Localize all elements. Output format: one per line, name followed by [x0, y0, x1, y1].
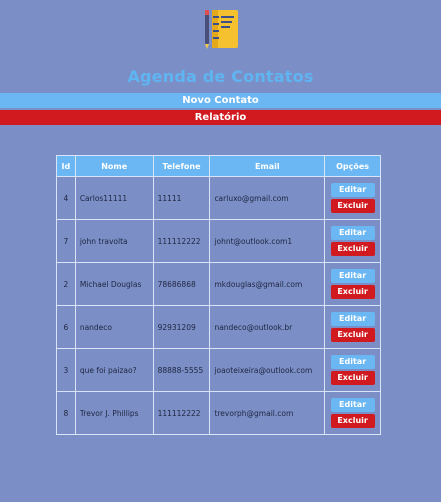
row-options: Editar Excluir [324, 176, 381, 220]
contact-name: nandeco [74, 305, 154, 349]
contact-phone: 78686868 [152, 262, 211, 306]
edit-button[interactable]: Editar [330, 312, 375, 326]
delete-button[interactable]: Excluir [330, 242, 375, 256]
table-row: 4 Carlos11111 11111 carluxo@gmail.com Ed… [56, 176, 381, 220]
contact-name: Carlos11111 [74, 176, 154, 220]
contact-id: 2 [56, 262, 76, 306]
table-row: 3 que foi paizao? 88888-5555 joaoteixeir… [56, 348, 381, 392]
contact-name: que foi paizao? [74, 348, 154, 392]
edit-button[interactable]: Editar [330, 183, 375, 197]
edit-button[interactable]: Editar [330, 355, 375, 369]
table-row: 2 Michael Douglas 78686868 mkdouglas@gma… [56, 262, 381, 306]
contact-email: carluxo@gmail.com [209, 176, 326, 220]
contact-phone: 92931209 [152, 305, 211, 349]
column-header-email: Email [209, 155, 326, 177]
delete-button[interactable]: Excluir [330, 371, 375, 385]
contact-email: mkdouglas@gmail.com [209, 262, 326, 306]
table-row: 7 john travolta 111112222 johnt@outlook.… [56, 219, 381, 263]
contact-phone: 111112222 [152, 219, 211, 263]
row-options: Editar Excluir [324, 305, 381, 349]
notebook-pencil-icon [205, 10, 238, 49]
contact-email: johnt@outlook.com1 [209, 219, 326, 263]
row-options: Editar Excluir [324, 262, 381, 306]
edit-button[interactable]: Editar [330, 269, 375, 283]
table-row: 8 Trevor J. Phillips 111112222 trevorph@… [56, 391, 381, 435]
contact-name: Michael Douglas [74, 262, 154, 306]
edit-button[interactable]: Editar [330, 398, 375, 412]
column-header-options: Opções [324, 155, 381, 177]
contact-id: 4 [56, 176, 76, 220]
column-header-phone: Telefone [152, 155, 211, 177]
row-options: Editar Excluir [324, 219, 381, 263]
delete-button[interactable]: Excluir [330, 285, 375, 299]
contact-name: Trevor J. Phillips [74, 391, 154, 435]
table-header-row: Id Nome Telefone Email Opções [56, 155, 381, 177]
contact-id: 6 [56, 305, 76, 349]
new-contact-button[interactable]: Novo Contato [0, 93, 441, 108]
report-button[interactable]: Relatório [0, 110, 441, 125]
contact-email: nandeco@outlook.br [209, 305, 326, 349]
table-row: 6 nandeco 92931209 nandeco@outlook.br Ed… [56, 305, 381, 349]
row-options: Editar Excluir [324, 391, 381, 435]
page-title: Agenda de Contatos [127, 67, 314, 86]
contact-id: 8 [56, 391, 76, 435]
edit-button[interactable]: Editar [330, 226, 375, 240]
contact-id: 7 [56, 219, 76, 263]
contact-id: 3 [56, 348, 76, 392]
contact-phone: 11111 [152, 176, 211, 220]
delete-button[interactable]: Excluir [330, 199, 375, 213]
contact-email: joaoteixeira@outlook.com [209, 348, 326, 392]
contact-phone: 111112222 [152, 391, 211, 435]
contact-phone: 88888-5555 [152, 348, 211, 392]
column-header-id: Id [56, 155, 76, 177]
delete-button[interactable]: Excluir [330, 328, 375, 342]
delete-button[interactable]: Excluir [330, 414, 375, 428]
contact-email: trevorph@gmail.com [209, 391, 326, 435]
row-options: Editar Excluir [324, 348, 381, 392]
contact-name: john travolta [74, 219, 154, 263]
column-header-name: Nome [74, 155, 154, 177]
contacts-table: Id Nome Telefone Email Opções 4 Carlos11… [56, 155, 381, 435]
